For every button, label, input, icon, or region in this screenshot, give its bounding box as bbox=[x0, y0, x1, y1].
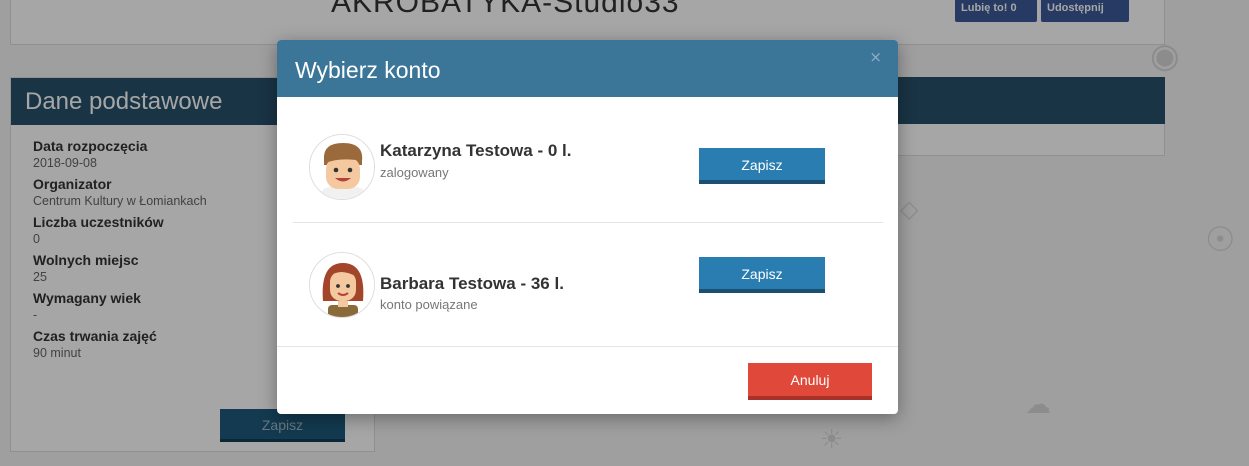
modal-header: Wybierz konto × bbox=[277, 40, 898, 97]
male-avatar-icon bbox=[309, 134, 375, 200]
account-status: konto powiązane bbox=[380, 297, 478, 312]
select-account-button[interactable]: Zapisz bbox=[699, 148, 825, 184]
modal-title: Wybierz konto bbox=[295, 57, 441, 83]
cancel-button[interactable]: Anuluj bbox=[748, 363, 872, 400]
account-status: zalogowany bbox=[380, 165, 449, 180]
choose-account-modal: Wybierz konto × Katarzyna Testowa - 0 l.… bbox=[277, 40, 898, 414]
account-name: Barbara Testowa - 36 l. bbox=[380, 274, 564, 293]
close-icon[interactable]: × bbox=[869, 48, 882, 66]
modal-footer: Anuluj bbox=[277, 346, 898, 414]
account-row: Katarzyna Testowa - 0 l. zalogowany Zapi… bbox=[293, 112, 883, 223]
female-avatar-icon bbox=[309, 252, 375, 318]
account-name: Katarzyna Testowa - 0 l. bbox=[380, 141, 572, 160]
select-account-button[interactable]: Zapisz bbox=[699, 257, 825, 293]
account-row: Barbara Testowa - 36 l. konto powiązane … bbox=[293, 230, 883, 340]
